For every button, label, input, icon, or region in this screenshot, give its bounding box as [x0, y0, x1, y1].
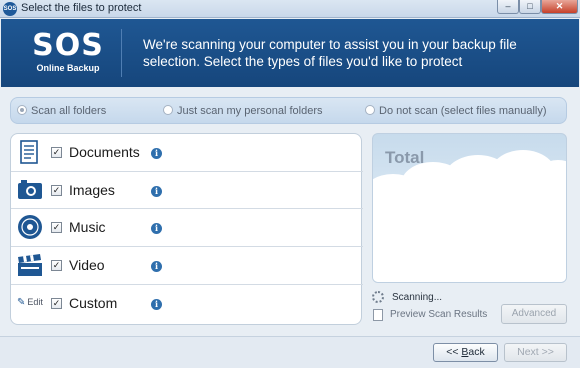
logo-sub: Online Backup	[36, 63, 100, 73]
radio-label: Just scan my personal folders	[177, 105, 323, 117]
radio-do-not-scan[interactable]: Do not scan (select files manually)	[365, 105, 547, 117]
file-types-panel: ✓ Documents i ✓ Images i ✓ Music i ✓ Vid…	[10, 133, 363, 325]
back-rest: ack	[468, 346, 485, 358]
radio-scan-all-folders[interactable]: Scan all folders	[17, 105, 106, 117]
info-icon[interactable]: i	[151, 186, 162, 197]
radio-icon[interactable]	[163, 105, 173, 115]
file-type-row-documents: ✓ Documents i	[11, 134, 363, 171]
scan-options-bar: Scan all folders Just scan my personal f…	[10, 97, 567, 124]
info-icon[interactable]: i	[151, 148, 162, 159]
file-type-row-images: ✓ Images i	[11, 171, 363, 208]
header-divider	[121, 29, 122, 77]
edit-icon: ✎	[17, 297, 26, 308]
info-icon[interactable]: i	[151, 299, 162, 310]
window-title: Select the files to protect	[21, 2, 142, 14]
logo-main: SOS	[32, 28, 104, 63]
total-label: Total	[385, 148, 425, 167]
radio-scan-personal-folders[interactable]: Just scan my personal folders	[163, 105, 323, 117]
header-banner: SOS Online Backup We're scanning your co…	[1, 19, 579, 87]
camera-icon	[18, 180, 42, 199]
checkbox-images[interactable]: ✓	[51, 185, 62, 196]
back-button[interactable]: << Back	[433, 343, 498, 362]
edit-link[interactable]: ✎ Edit	[17, 297, 43, 308]
next-button[interactable]: Next >>	[504, 343, 567, 362]
minimize-button[interactable]: –	[497, 0, 519, 14]
file-type-label: Documents	[69, 144, 140, 160]
header-message: We're scanning your computer to assist y…	[143, 37, 517, 69]
checkbox-video[interactable]: ✓	[51, 260, 62, 271]
file-type-label: Music	[69, 219, 106, 235]
info-icon[interactable]: i	[151, 223, 162, 234]
music-disc-icon	[18, 215, 42, 239]
file-type-label: Video	[69, 257, 105, 273]
preview-scan-results-link[interactable]: Preview Scan Results	[390, 309, 487, 320]
file-type-row-music: ✓ Music i	[11, 208, 363, 245]
radio-icon[interactable]	[17, 105, 27, 115]
file-type-row-video: ✓ Video i	[11, 246, 363, 283]
radio-icon[interactable]	[365, 105, 375, 115]
maximize-button[interactable]: □	[519, 0, 541, 14]
preview-document-icon	[373, 309, 383, 321]
checkbox-custom[interactable]: ✓	[51, 298, 62, 309]
checkbox-music[interactable]: ✓	[51, 222, 62, 233]
total-panel: Total	[372, 133, 567, 283]
file-type-row-custom: ✎ Edit ✓ Custom i	[11, 284, 363, 321]
edit-label: Edit	[27, 297, 43, 307]
radio-label: Scan all folders	[31, 105, 107, 117]
loading-spinner-icon	[372, 291, 384, 303]
app-icon: SOS	[3, 2, 17, 16]
scanning-status: Scanning...	[392, 292, 443, 303]
info-icon[interactable]: i	[151, 261, 162, 272]
close-button[interactable]: ✕	[541, 0, 578, 14]
back-arrows: <<	[446, 346, 462, 358]
radio-label: Do not scan (select files manually)	[379, 105, 547, 117]
advanced-button[interactable]: Advanced	[501, 304, 567, 324]
file-type-label: Custom	[69, 295, 118, 311]
title-bar: SOS Select the files to protect – □ ✕	[0, 0, 580, 18]
clapperboard-icon	[18, 254, 42, 276]
sos-logo: SOS Online Backup	[27, 29, 109, 79]
file-type-label: Images	[69, 182, 115, 198]
checkbox-documents[interactable]: ✓	[51, 147, 62, 158]
document-icon	[20, 140, 38, 164]
